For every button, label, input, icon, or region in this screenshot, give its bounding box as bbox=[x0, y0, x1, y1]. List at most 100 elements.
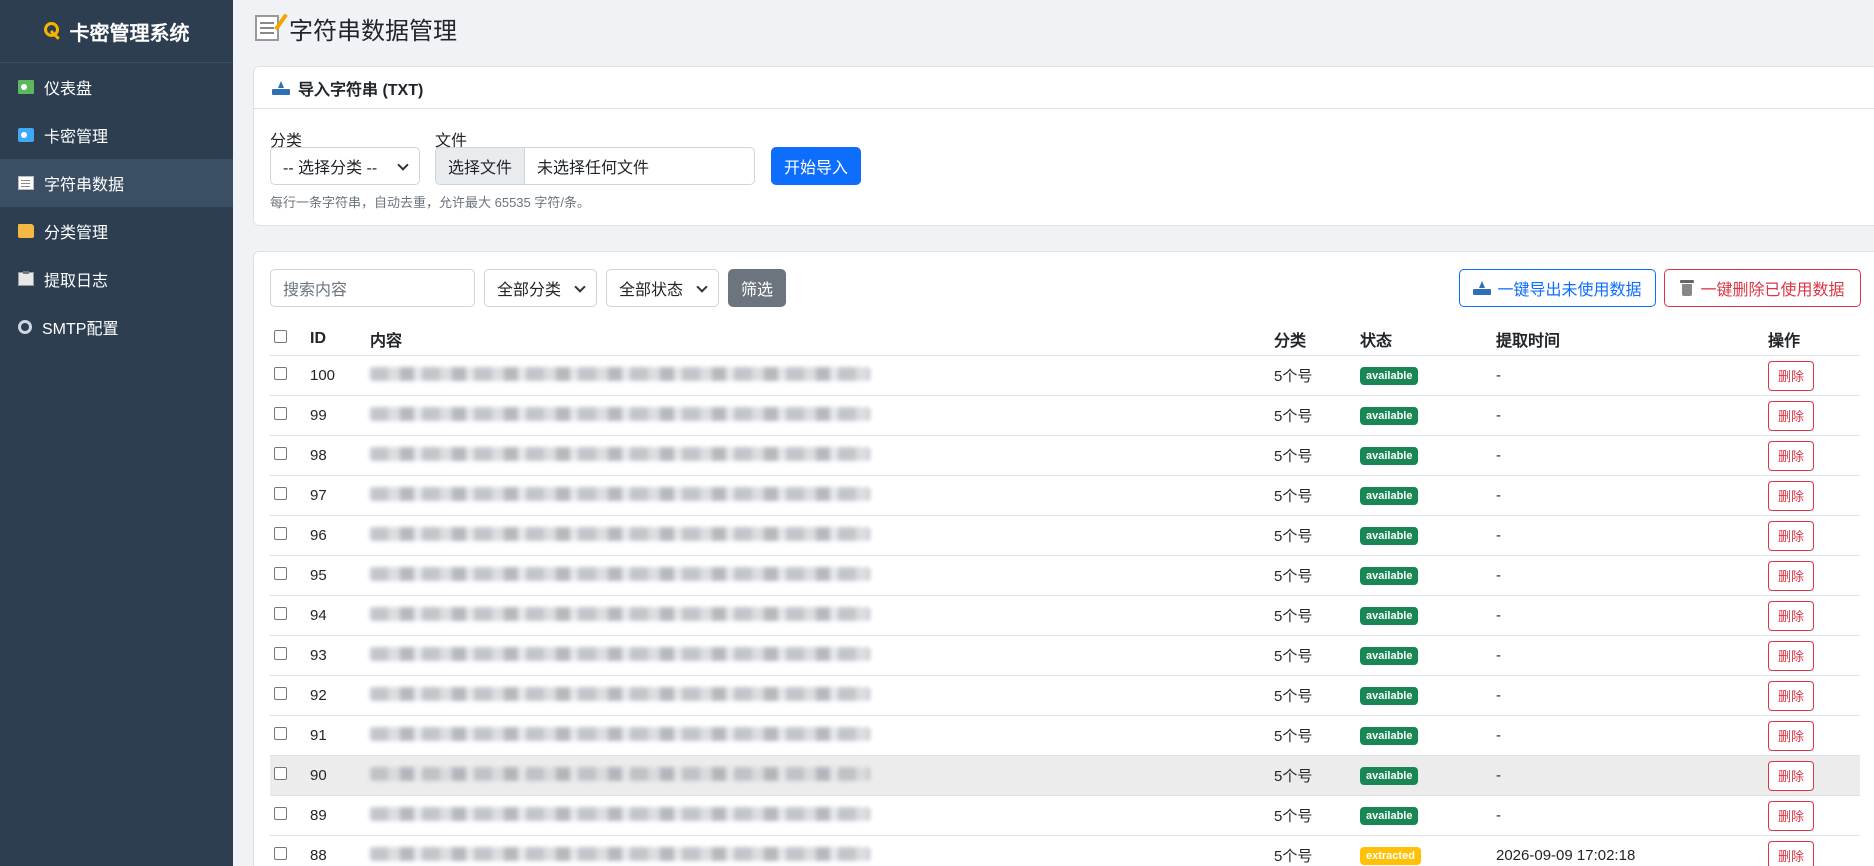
row-checkbox[interactable] bbox=[274, 767, 287, 780]
row-checkbox[interactable] bbox=[274, 487, 287, 500]
status-filter-select[interactable]: 全部状态 bbox=[606, 269, 719, 307]
table-row: 93 5个号 available - 删除 bbox=[270, 636, 1860, 676]
sidebar-item-label: 提取日志 bbox=[44, 273, 109, 290]
sidebar-item-cards[interactable]: 卡密管理 bbox=[0, 111, 233, 159]
sidebar-item-smtp[interactable]: SMTP配置 bbox=[0, 303, 233, 351]
row-checkbox[interactable] bbox=[274, 407, 287, 420]
header-category: 分类 bbox=[1274, 332, 1307, 350]
row-checkbox[interactable] bbox=[274, 727, 287, 740]
delete-row-button[interactable]: 删除 bbox=[1768, 640, 1814, 671]
status-badge: available bbox=[1360, 527, 1419, 545]
category-filter-value: 全部分类 bbox=[497, 282, 562, 299]
select-all-checkbox[interactable] bbox=[274, 329, 287, 343]
table-row: 95 5个号 available - 删除 bbox=[270, 556, 1860, 596]
delete-row-button[interactable]: 删除 bbox=[1768, 840, 1814, 866]
row-id: 88 bbox=[310, 847, 327, 864]
row-category: 5个号 bbox=[1274, 808, 1313, 825]
row-content-redacted bbox=[370, 566, 1274, 585]
delete-row-button[interactable]: 删除 bbox=[1768, 720, 1814, 751]
row-checkbox[interactable] bbox=[274, 687, 287, 700]
table-header: ID 内容 分类 状态 提取时间 操作 bbox=[270, 322, 1860, 356]
delete-row-button[interactable]: 删除 bbox=[1768, 760, 1814, 791]
choose-file-button[interactable]: 选择文件 bbox=[436, 148, 526, 184]
chevron-down-icon bbox=[397, 159, 409, 171]
status-badge: available bbox=[1360, 487, 1419, 505]
sidebar-item-strings[interactable]: 字符串数据 bbox=[0, 159, 233, 207]
status-badge: available bbox=[1360, 367, 1419, 385]
row-content-redacted bbox=[370, 766, 1274, 785]
category-select-value: -- 选择分类 -- bbox=[283, 160, 378, 177]
row-checkbox[interactable] bbox=[274, 447, 287, 460]
row-category: 5个号 bbox=[1274, 448, 1313, 465]
row-time: - bbox=[1496, 367, 1501, 384]
list-card: 搜索内容 全部分类 全部状态 筛选 一键导出未使用数据 一键删除已使用数据 ID… bbox=[253, 251, 1874, 866]
table-row: 91 5个号 available - 删除 bbox=[270, 716, 1860, 756]
row-time: - bbox=[1496, 407, 1501, 424]
status-badge: available bbox=[1360, 807, 1419, 825]
file-name: 未选择任何文件 bbox=[537, 160, 650, 177]
page-title: 字符串数据管理 bbox=[255, 10, 457, 46]
sidebar-item-logs[interactable]: 提取日志 bbox=[0, 255, 233, 303]
row-id: 90 bbox=[310, 767, 327, 784]
table-row: 88 5个号 extracted 2026-09-09 17:02:18 删除 bbox=[270, 836, 1860, 866]
filter-button[interactable]: 筛选 bbox=[728, 269, 786, 307]
sidebar-item-label: 仪表盘 bbox=[44, 81, 93, 98]
card-icon bbox=[18, 128, 34, 142]
row-id: 100 bbox=[310, 367, 336, 384]
row-checkbox[interactable] bbox=[274, 607, 287, 620]
delete-row-button[interactable]: 删除 bbox=[1768, 360, 1814, 391]
row-category: 5个号 bbox=[1274, 368, 1313, 385]
delete-row-button[interactable]: 删除 bbox=[1768, 480, 1814, 511]
chart-icon bbox=[18, 80, 34, 94]
row-time: 2026-09-09 17:02:18 bbox=[1496, 847, 1636, 864]
table-row: 96 5个号 available - 删除 bbox=[270, 516, 1860, 556]
row-content-redacted bbox=[370, 486, 1274, 505]
row-category: 5个号 bbox=[1274, 528, 1313, 545]
row-checkbox[interactable] bbox=[274, 647, 287, 660]
row-checkbox[interactable] bbox=[274, 807, 287, 820]
row-time: - bbox=[1496, 567, 1501, 584]
main-content: 字符串数据管理 导入字符串 (TXT) 分类 -- 选择分类 -- 文件 选择文… bbox=[233, 0, 1874, 866]
delete-row-button[interactable]: 删除 bbox=[1768, 400, 1814, 431]
trash-icon bbox=[1680, 280, 1695, 296]
category-select[interactable]: -- 选择分类 -- bbox=[270, 147, 420, 185]
row-category: 5个号 bbox=[1274, 488, 1313, 505]
row-checkbox[interactable] bbox=[274, 847, 287, 860]
sidebar-item-categories[interactable]: 分类管理 bbox=[0, 207, 233, 255]
row-id: 91 bbox=[310, 727, 327, 744]
row-time: - bbox=[1496, 487, 1501, 504]
row-checkbox[interactable] bbox=[274, 527, 287, 540]
delete-row-button[interactable]: 删除 bbox=[1768, 560, 1814, 591]
sidebar-item-label: SMTP配置 bbox=[42, 321, 119, 338]
table-body: 100 5个号 available - 删除 99 5个号 available - 删除 98 5个号… bbox=[270, 356, 1860, 866]
status-badge: available bbox=[1360, 567, 1419, 585]
delete-row-button[interactable]: 删除 bbox=[1768, 440, 1814, 471]
delete-row-button[interactable]: 删除 bbox=[1768, 520, 1814, 551]
brand[interactable]: 卡密管理系统 bbox=[0, 0, 233, 63]
row-category: 5个号 bbox=[1274, 728, 1313, 745]
delete-row-button[interactable]: 删除 bbox=[1768, 680, 1814, 711]
row-time: - bbox=[1496, 527, 1501, 544]
table-row: 98 5个号 available - 删除 bbox=[270, 436, 1860, 476]
row-checkbox[interactable] bbox=[274, 367, 287, 380]
status-badge: extracted bbox=[1360, 847, 1421, 865]
row-category: 5个号 bbox=[1274, 408, 1313, 425]
start-import-button[interactable]: 开始导入 bbox=[771, 147, 861, 185]
import-card: 导入字符串 (TXT) 分类 -- 选择分类 -- 文件 选择文件 未选择任何文… bbox=[253, 66, 1874, 226]
sidebar-item-dashboard[interactable]: 仪表盘 bbox=[0, 63, 233, 111]
delete-row-button[interactable]: 删除 bbox=[1768, 800, 1814, 831]
file-input[interactable]: 选择文件 未选择任何文件 bbox=[435, 147, 755, 185]
strings-table: ID 内容 分类 状态 提取时间 操作 100 5个号 available - 删除 99… bbox=[270, 322, 1860, 866]
row-id: 97 bbox=[310, 487, 327, 504]
table-row: 99 5个号 available - 删除 bbox=[270, 396, 1860, 436]
delete-used-button[interactable]: 一键删除已使用数据 bbox=[1664, 269, 1861, 307]
export-unused-button[interactable]: 一键导出未使用数据 bbox=[1459, 269, 1656, 307]
header-operation: 操作 bbox=[1768, 332, 1801, 350]
row-id: 89 bbox=[310, 807, 327, 824]
category-filter-select[interactable]: 全部分类 bbox=[484, 269, 597, 307]
delete-row-button[interactable]: 删除 bbox=[1768, 600, 1814, 631]
sidebar-item-label: 分类管理 bbox=[44, 225, 109, 242]
row-time: - bbox=[1496, 647, 1501, 664]
search-input[interactable]: 搜索内容 bbox=[270, 269, 475, 307]
row-checkbox[interactable] bbox=[274, 567, 287, 580]
